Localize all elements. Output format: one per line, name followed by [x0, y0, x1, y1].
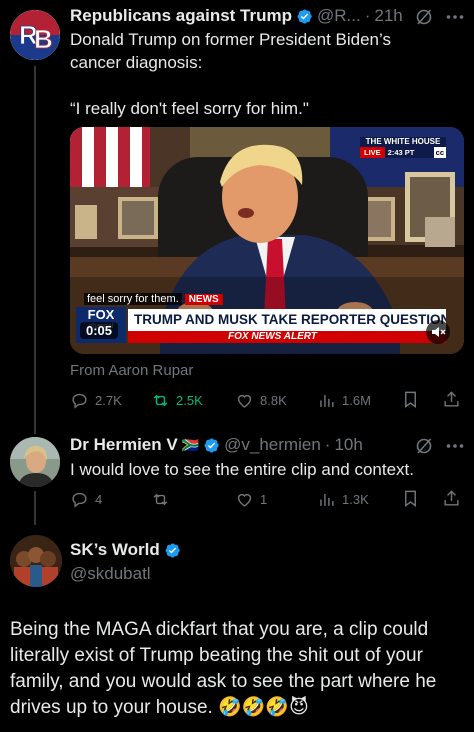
like-count: 8.8K: [260, 392, 287, 408]
author-handle[interactable]: @R...: [317, 6, 361, 26]
tweet-time[interactable]: 21h: [374, 6, 402, 26]
views-button[interactable]: 1.3K: [317, 489, 369, 509]
tweet-1[interactable]: R B Republicans against Trump @R... · 21…: [0, 0, 474, 434]
video-caption: feel sorry for them. NEWS: [84, 293, 223, 305]
fox-logo: FOX: [87, 307, 115, 322]
bookmark-icon[interactable]: [401, 390, 420, 409]
alert-bar: FOX NEWS ALERT: [128, 331, 446, 343]
like-button[interactable]: 8.8K: [235, 390, 287, 410]
views-count: 1.3K: [342, 491, 369, 507]
caption-text: feel sorry for them.: [84, 293, 182, 305]
like-button[interactable]: 1: [235, 489, 267, 509]
author-handle[interactable]: @v_hermien: [224, 435, 321, 455]
thread-line: [34, 66, 36, 434]
mute-button[interactable]: [426, 320, 450, 344]
repost-button[interactable]: [151, 489, 176, 509]
cc-label: cc: [433, 147, 446, 158]
speaker-muted-icon: [432, 327, 446, 337]
reply-button[interactable]: 2.7K: [70, 390, 122, 410]
author-name-text: SK’s World: [70, 540, 160, 559]
video-attribution[interactable]: From Aaron Rupar: [70, 362, 193, 379]
author-avatar[interactable]: R B: [10, 10, 60, 60]
grok-icon[interactable]: [415, 8, 433, 26]
author-avatar[interactable]: [10, 437, 60, 487]
tweet-time[interactable]: 10h: [334, 435, 362, 455]
live-banner-row: LIVE 2:43 PT cc: [360, 147, 446, 158]
tweet-text-line: Donald Trump on former President Biden’s: [70, 30, 391, 49]
views-icon: [320, 493, 334, 506]
grok-icon[interactable]: [415, 437, 433, 455]
share-icon[interactable]: [442, 489, 461, 508]
views-count: 1.6M: [342, 392, 371, 408]
heart-icon: [237, 493, 252, 507]
tweet-text: Being the MAGA dickfart that you are, a …: [10, 619, 437, 718]
more-options-icon[interactable]: [446, 14, 464, 20]
author-name[interactable]: SK’s World: [70, 540, 181, 560]
tweet-header: Dr Hermien V 🇿🇦 @v_hermien · 10h: [70, 434, 363, 456]
share-icon[interactable]: [442, 390, 461, 409]
tweet-header: Republicans against Trump @R... · 21h: [70, 5, 403, 27]
reply-icon: [72, 393, 87, 409]
more-options-icon[interactable]: [446, 443, 464, 449]
heart-icon: [237, 394, 252, 408]
reply-button[interactable]: 4: [70, 489, 102, 509]
tweet-3[interactable]: SK’s World @skdubatl Being the MAGA dick…: [0, 525, 474, 732]
news-tag: NEWS: [184, 293, 223, 305]
like-count: 1: [260, 491, 268, 507]
news-lower-third: FOX channel TRUMP AND MUSK TAKE REPORTER…: [76, 307, 446, 347]
repost-button[interactable]: 2.5K: [151, 390, 203, 410]
bookmark-icon[interactable]: [401, 489, 420, 508]
tweet-text: Donald Trump on former President Biden’s…: [70, 28, 465, 120]
tweet-text: I would love to see the entire clip and …: [70, 460, 414, 479]
repost-icon: [153, 493, 168, 505]
video-player[interactable]: THE WHITE HOUSE LIVE 2:43 PT cc feel sor…: [70, 127, 464, 354]
svg-text:B: B: [34, 24, 53, 54]
action-bar: 2.7K 2.5K 8.8K 1.6M: [70, 390, 465, 410]
repost-icon: [153, 394, 168, 406]
flag-emoji: 🇿🇦: [181, 436, 200, 453]
tweet-quote: “I really don't feel sorry for him.": [70, 99, 309, 118]
action-bar: 4 1 1.3K: [70, 489, 465, 509]
tweet-text-line: cancer diagnosis:: [70, 53, 203, 72]
headline-bar: TRUMP AND MUSK TAKE REPORTER QUESTIONS: [128, 309, 446, 331]
live-banner-title: THE WHITE HOUSE: [360, 137, 446, 147]
tweet-2[interactable]: Dr Hermien V 🇿🇦 @v_hermien · 10h I would…: [0, 425, 474, 525]
live-banner: THE WHITE HOUSE LIVE 2:43 PT cc: [360, 137, 446, 159]
author-name[interactable]: Dr Hermien V: [70, 435, 178, 455]
separator-dot: ·: [364, 6, 371, 25]
reply-icon: [72, 492, 87, 508]
repost-count: 2.5K: [176, 392, 203, 408]
author-handle[interactable]: @skdubatl: [70, 564, 151, 584]
separator-dot: ·: [324, 435, 331, 454]
author-avatar[interactable]: [10, 535, 62, 587]
thread-line: [34, 491, 36, 525]
reply-count: 4: [95, 491, 103, 507]
views-button[interactable]: 1.6M: [317, 390, 371, 410]
views-icon: [320, 394, 334, 407]
live-label: LIVE: [360, 147, 385, 158]
verified-badge-icon: [204, 437, 219, 453]
author-name[interactable]: Republicans against Trump: [70, 6, 292, 26]
live-time: 2:43 PT: [384, 147, 434, 158]
verified-badge-icon: [165, 542, 180, 558]
reply-count: 2.7K: [95, 392, 122, 408]
video-timestamp: 0:05: [80, 322, 119, 339]
verified-badge-icon: [297, 8, 312, 24]
